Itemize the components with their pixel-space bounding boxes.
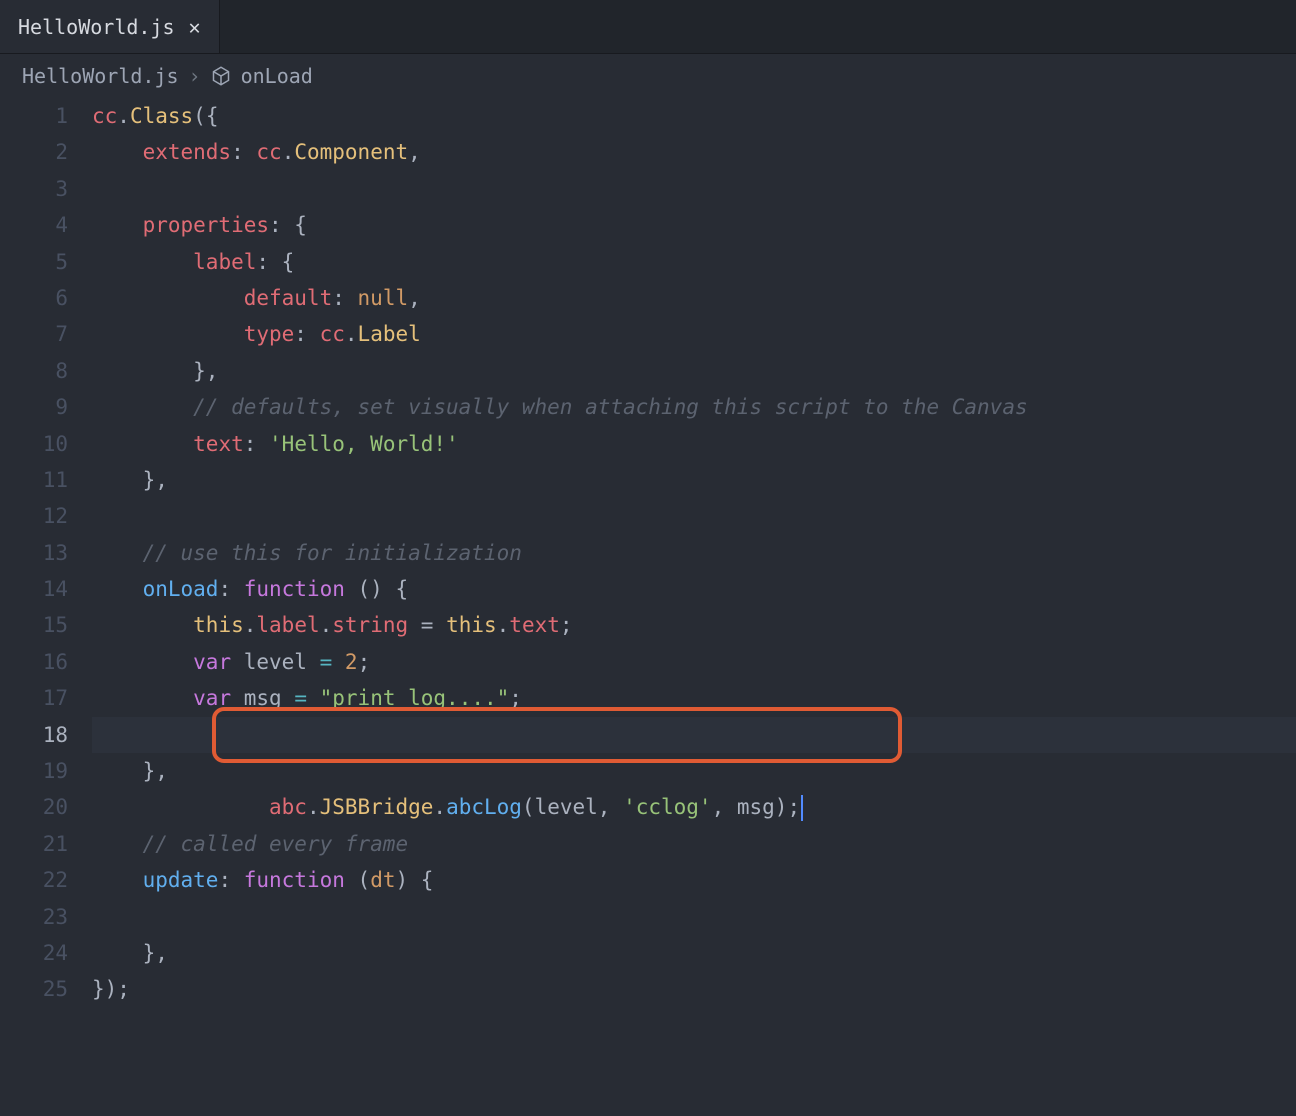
line-number: 12 [0,498,68,534]
code-line[interactable]: this.label.string = this.text; [92,607,1296,643]
code-line[interactable]: var level = 2; [92,644,1296,680]
line-number: 2 [0,134,68,170]
close-icon[interactable]: ✕ [189,15,201,39]
line-number: 23 [0,899,68,935]
code-line[interactable]: type: cc.Label [92,316,1296,352]
code-line[interactable] [92,899,1296,935]
line-number: 20 [0,789,68,825]
tab-bar: HelloWorld.js ✕ [0,0,1296,54]
code-line[interactable]: // use this for initialization [92,535,1296,571]
code-line[interactable] [92,171,1296,207]
line-number: 17 [0,680,68,716]
code-line[interactable]: }); [92,971,1296,1007]
line-number: 24 [0,935,68,971]
line-number: 4 [0,207,68,243]
line-number: 9 [0,389,68,425]
code-line[interactable]: var msg = "print log...."; [92,680,1296,716]
line-number: 3 [0,171,68,207]
code-line[interactable]: text: 'Hello, World!' [92,426,1296,462]
line-number: 1 [0,98,68,134]
code-line[interactable]: update: function (dt) { [92,862,1296,898]
code-line[interactable]: }, [92,462,1296,498]
line-number: 7 [0,316,68,352]
code-editor[interactable]: 1 2 3 4 5 6 7 8 9 10 11 12 13 14 15 16 1… [0,98,1296,1008]
code-line[interactable] [92,498,1296,534]
code-line[interactable]: extends: cc.Component, [92,134,1296,170]
line-number: 6 [0,280,68,316]
line-number-active: 18 [0,717,68,753]
line-number: 13 [0,535,68,571]
line-number: 11 [0,462,68,498]
breadcrumb-symbol[interactable]: onLoad [241,64,313,88]
breadcrumb-separator: › [189,64,201,88]
code-line[interactable] [92,789,1296,825]
line-number: 10 [0,426,68,462]
code-area[interactable]: cc.Class({ extends: cc.Component, proper… [92,98,1296,1008]
line-number: 15 [0,607,68,643]
code-line[interactable]: }, [92,753,1296,789]
code-line[interactable]: }, [92,353,1296,389]
code-line[interactable]: // defaults, set visually when attaching… [92,389,1296,425]
line-number: 8 [0,353,68,389]
line-number: 22 [0,862,68,898]
code-line-active[interactable]: abc.JSBBridge.abcLog(level, 'cclog', msg… [92,717,1296,753]
line-number: 14 [0,571,68,607]
code-line[interactable]: properties: { [92,207,1296,243]
code-line[interactable]: default: null, [92,280,1296,316]
tab-label: HelloWorld.js [18,15,175,39]
line-gutter: 1 2 3 4 5 6 7 8 9 10 11 12 13 14 15 16 1… [0,98,92,1008]
line-number: 5 [0,244,68,280]
code-line[interactable]: cc.Class({ [92,98,1296,134]
breadcrumb-file[interactable]: HelloWorld.js [22,64,179,88]
code-line[interactable]: }, [92,935,1296,971]
tab-helloworld[interactable]: HelloWorld.js ✕ [0,0,220,53]
line-number: 19 [0,753,68,789]
code-line[interactable]: // called every frame [92,826,1296,862]
code-line[interactable]: onLoad: function () { [92,571,1296,607]
breadcrumb: HelloWorld.js › onLoad [0,54,1296,98]
line-number: 21 [0,826,68,862]
line-number: 16 [0,644,68,680]
code-line[interactable]: label: { [92,244,1296,280]
line-number: 25 [0,971,68,1007]
cube-icon [211,66,231,86]
